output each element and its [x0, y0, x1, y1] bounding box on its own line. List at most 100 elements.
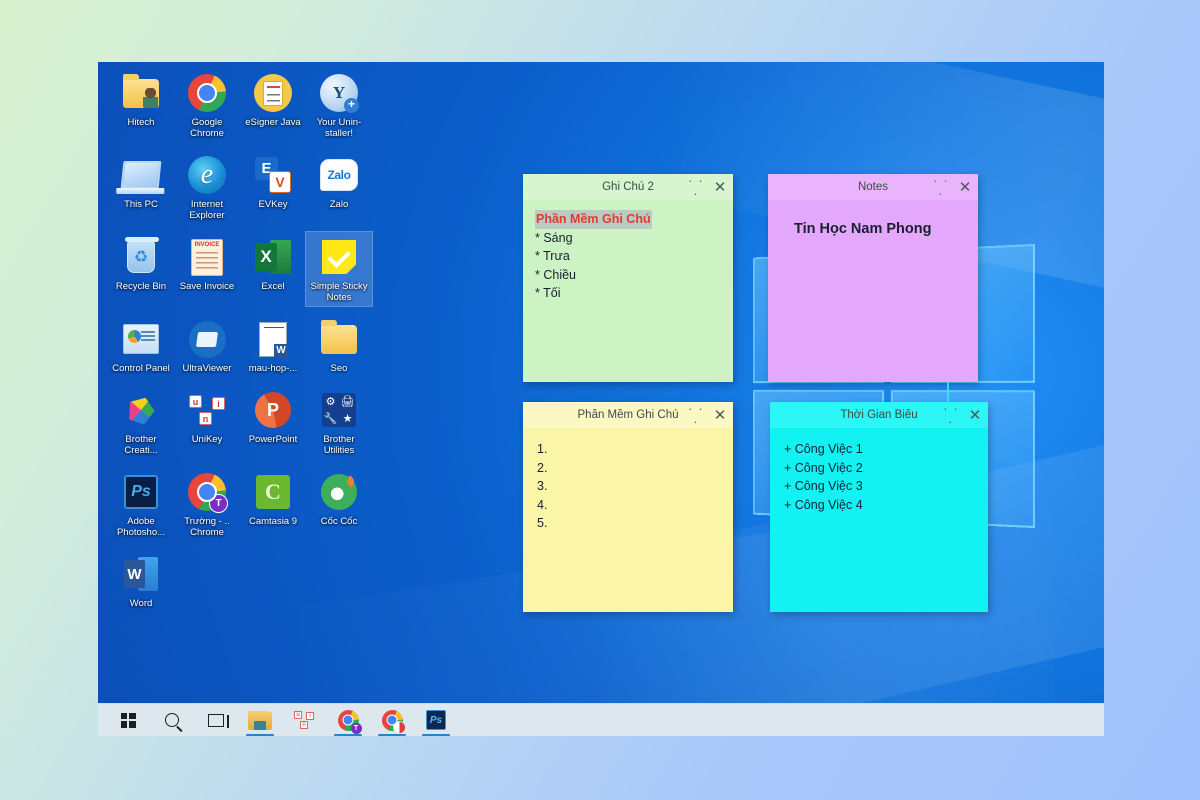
brother-utilities-icon: ⚙ 🖨 🔧 ★	[318, 389, 360, 431]
note-titlebar[interactable]: Notes · · · ✕	[768, 174, 978, 200]
desktop-icon-label: Simple Sticky Notes	[310, 281, 368, 303]
windows-logo-icon	[120, 712, 136, 728]
note-body[interactable]: Tin Học Nam Phong	[768, 200, 978, 382]
taskbar: uin Ps	[98, 703, 1104, 736]
desktop-icon-unikey[interactable]: u i n UniKey	[174, 385, 240, 459]
desktop-screenshot-frame: Hitech Google Chrome eSigner Java Your Unin…	[98, 62, 1104, 736]
desktop-icon-word[interactable]: W Word	[108, 549, 174, 612]
file-explorer-button[interactable]	[238, 704, 282, 737]
your-uninstaller-icon	[318, 72, 360, 114]
folder-icon	[318, 318, 360, 360]
desktop-icon-label: Control Panel	[112, 363, 170, 374]
desktop-icon-google-chrome[interactable]: Google Chrome	[174, 68, 240, 142]
folder-person-icon	[120, 72, 162, 114]
desktop-icon-your-unin-staller[interactable]: Your Unin-staller!	[306, 68, 372, 142]
desktop-icon-label: Recycle Bin	[115, 281, 167, 292]
desktop-icon-label: EVKey	[258, 199, 288, 210]
desktop-icon-ultraviewer[interactable]: UltraViewer	[174, 314, 240, 377]
desktop-icon-powerpoint[interactable]: P PowerPoint	[240, 385, 306, 459]
desktop-icon-evkey[interactable]: E V EVKey	[240, 150, 306, 224]
coccoc-button[interactable]	[370, 704, 414, 737]
note-line: * Chiều	[535, 267, 576, 282]
desktop-icon-mau-hop[interactable]: mau-hop-...	[240, 314, 306, 377]
this-pc-icon	[120, 154, 162, 196]
recycle-bin-icon	[120, 236, 162, 278]
adobe-photoshop-icon: Ps	[120, 471, 162, 513]
desktop-icon-c-c-c-c[interactable]: Cốc Cốc	[306, 467, 372, 541]
note-headline: Phần Mềm Ghi Chú	[535, 210, 652, 229]
note-line: 5.	[537, 516, 548, 530]
desktop-icon-internet-explorer[interactable]: Internet Explorer	[174, 150, 240, 224]
desktop-icon-label: Internet Explorer	[189, 199, 225, 221]
note-menu-icon[interactable]: · · ·	[930, 174, 952, 200]
start-button[interactable]	[106, 704, 150, 737]
sticky-note-notes[interactable]: Notes · · · ✕ Tin Học Nam Phong	[768, 174, 978, 382]
note-title: Ghi Chú 2	[602, 181, 654, 193]
desktop-icon-brother-creati[interactable]: Brother Creati...	[108, 385, 174, 459]
desktop-icon-label: UniKey	[191, 434, 223, 445]
desktop-icon-hitech[interactable]: Hitech	[108, 68, 174, 142]
desktop-icon-excel[interactable]: X Excel	[240, 232, 306, 306]
sticky-note-phan-mem-ghi-chu[interactable]: Phần Mềm Ghi Chú · · · ✕ 1. 2. 3. 4. 5.	[523, 402, 733, 612]
desktop-icon-seo[interactable]: Seo	[306, 314, 372, 377]
microsoft-excel-icon: X	[252, 236, 294, 278]
desktop-icon-camtasia-9[interactable]: C Camtasia 9	[240, 467, 306, 541]
note-title: Phần Mềm Ghi Chú	[577, 409, 679, 421]
desktop-icon-zalo[interactable]: Zalo Zalo	[306, 150, 372, 224]
desktop-icon-simple-sticky-notes[interactable]: Simple Sticky Notes	[305, 231, 373, 307]
note-headline: Tin Học Nam Phong	[794, 221, 932, 237]
desktop-icon-save-invoice[interactable]: Save Invoice	[174, 232, 240, 306]
desktop-icon-label: Brother Utilities	[323, 434, 355, 456]
note-line: + Công Việc 4	[784, 497, 863, 512]
desktop-icon-control-panel[interactable]: Control Panel	[108, 314, 174, 377]
photoshop-button[interactable]: Ps	[414, 704, 458, 737]
search-button[interactable]	[150, 704, 194, 737]
note-menu-icon[interactable]: · · ·	[685, 402, 707, 428]
desktop-icon-brother-utilities[interactable]: ⚙ 🖨 🔧 ★ Brother Utilities	[306, 385, 372, 459]
desktop-icon-this-pc[interactable]: This PC	[108, 150, 174, 224]
chrome-profile-button[interactable]	[326, 704, 370, 737]
desktop-icon-label: Excel	[261, 281, 285, 292]
desktop-icon-label: Zalo	[329, 199, 349, 210]
esigner-java-icon	[252, 72, 294, 114]
ultraviewer-icon	[186, 318, 228, 360]
note-title: Thời Gian Biểu	[840, 409, 918, 421]
note-close-icon[interactable]: ✕	[707, 408, 733, 423]
unikey-icon: uin	[186, 389, 228, 431]
task-view-button[interactable]	[194, 704, 238, 737]
note-titlebar[interactable]: Phần Mềm Ghi Chú · · · ✕	[523, 402, 733, 428]
note-line: 4.	[537, 497, 548, 512]
note-menu-icon[interactable]: · · ·	[685, 174, 707, 200]
desktop-icon-label: Google Chrome	[190, 117, 224, 139]
note-line: + Công Việc 1	[784, 442, 863, 456]
control-panel-icon	[120, 318, 162, 360]
sticky-note-ghi-chu-2[interactable]: Ghi Chú 2 · · · ✕ Phần Mềm Ghi Chú * Sán…	[523, 174, 733, 382]
note-close-icon[interactable]: ✕	[962, 408, 988, 423]
note-body[interactable]: 1. 2. 3. 4. 5.	[523, 428, 733, 612]
note-body[interactable]: Phần Mềm Ghi Chú * Sáng * Trưa * Chiều *…	[523, 200, 733, 382]
desktop-icon-tr-ng-chrome[interactable]: Trường - .. Chrome	[174, 467, 240, 541]
note-line: * Trưa	[535, 249, 570, 263]
chrome-profile-icon	[186, 471, 228, 513]
desktop-icon-adobe-photosho[interactable]: Ps Adobe Photosho...	[108, 467, 174, 541]
evkey-icon: EV	[252, 154, 294, 196]
desktop-icon-recycle-bin[interactable]: Recycle Bin	[108, 232, 174, 306]
note-close-icon[interactable]: ✕	[952, 180, 978, 195]
sticky-note-thoi-gian-bieu[interactable]: Thời Gian Biểu · · · ✕ + Công Việc 1 + C…	[770, 402, 988, 612]
desktop-icon-esigner-java[interactable]: eSigner Java	[240, 68, 306, 142]
note-menu-icon[interactable]: · · ·	[940, 402, 962, 428]
note-titlebar[interactable]: Thời Gian Biểu · · · ✕	[770, 402, 988, 428]
note-body[interactable]: + Công Việc 1 + Công Việc 2 + Công Việc …	[770, 428, 988, 612]
unikey-button[interactable]: uin	[282, 704, 326, 737]
desktop-icon-label: Word	[129, 598, 153, 609]
note-close-icon[interactable]: ✕	[707, 180, 733, 195]
google-chrome-icon	[337, 709, 362, 734]
camtasia-icon: C	[252, 471, 294, 513]
note-titlebar[interactable]: Ghi Chú 2 · · · ✕	[523, 174, 733, 200]
brother-creative-icon	[120, 389, 162, 431]
desktop-icon-label: This PC	[124, 199, 158, 210]
google-chrome-icon	[186, 72, 228, 114]
desktop-icon-label: Trường - .. Chrome	[184, 516, 230, 538]
note-line: * Sáng	[535, 230, 573, 245]
coccoc-browser-icon	[318, 471, 360, 513]
